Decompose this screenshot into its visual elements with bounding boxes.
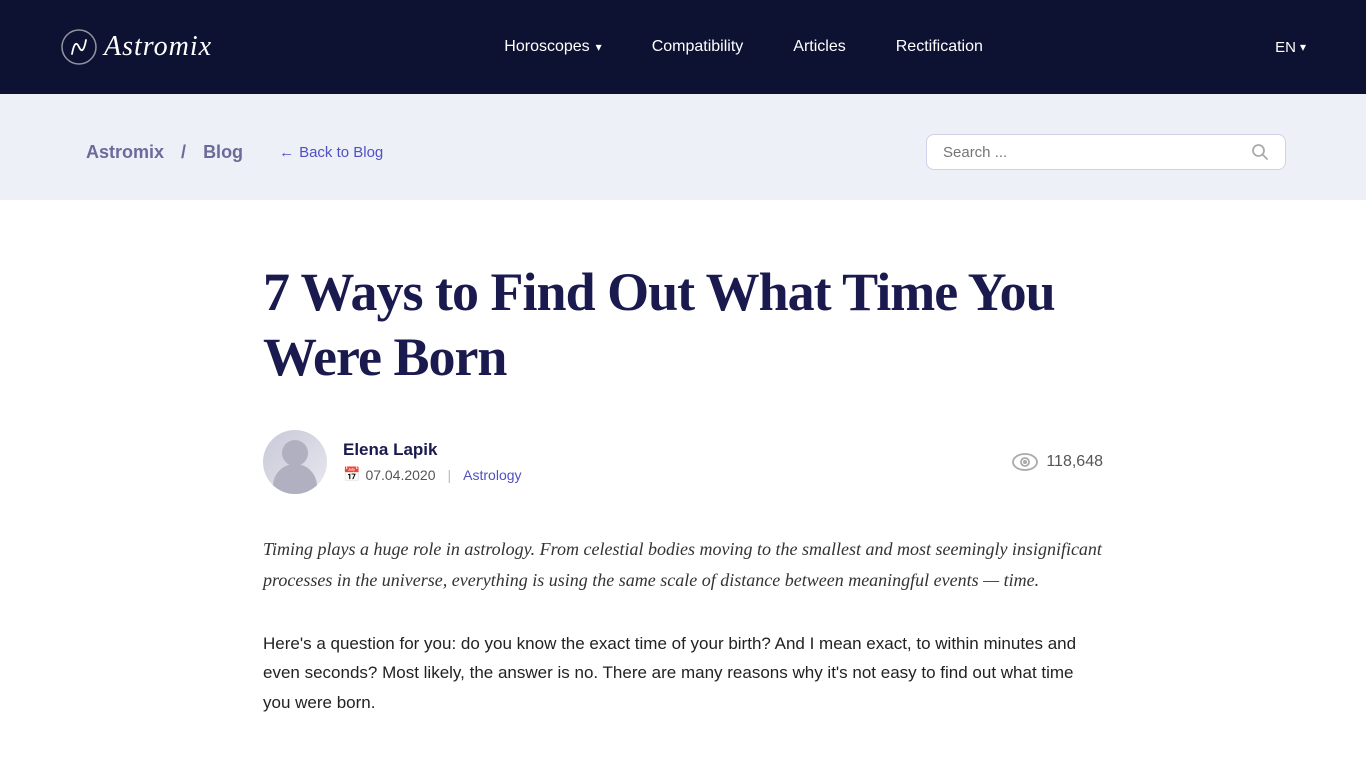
author-row: Elena Lapik 📅 07.04.2020 | Astrology 118… — [263, 430, 1103, 494]
article-title: 7 Ways to Find Out What Time You Were Bo… — [263, 260, 1103, 390]
site-logo[interactable]: Astromix — [60, 28, 212, 66]
search-icon — [1251, 143, 1269, 161]
author-info: Elena Lapik 📅 07.04.2020 | Astrology — [343, 440, 522, 483]
nav-links: Horoscopes Compatibility Articles Rectif… — [504, 38, 983, 56]
nav-horoscopes[interactable]: Horoscopes — [504, 38, 601, 56]
views-count: 118,648 — [1012, 453, 1103, 471]
back-to-blog-link[interactable]: Back to Blog — [279, 144, 383, 161]
nav-rectification[interactable]: Rectification — [896, 38, 983, 56]
article-body: Here's a question for you: do you know t… — [263, 629, 1103, 718]
meta-separator: | — [448, 467, 452, 483]
article-wrapper: 7 Ways to Find Out What Time You Were Bo… — [183, 200, 1183, 778]
breadcrumb: Astromix / Blog — [80, 142, 249, 163]
language-selector[interactable]: EN — [1275, 39, 1306, 56]
search-box[interactable] — [926, 134, 1286, 170]
eye-icon — [1012, 453, 1038, 471]
nav-compatibility[interactable]: Compatibility — [652, 38, 744, 56]
category-link[interactable]: Astrology — [463, 467, 521, 483]
article-intro: Timing plays a huge role in astrology. F… — [263, 534, 1103, 597]
article-date: 📅 07.04.2020 — [343, 466, 436, 483]
breadcrumb-row: Astromix / Blog Back to Blog — [80, 142, 383, 163]
author-meta: 📅 07.04.2020 | Astrology — [343, 466, 522, 483]
avatar — [263, 430, 327, 494]
main-nav: Astromix Horoscopes Compatibility Articl… — [0, 0, 1366, 94]
nav-articles[interactable]: Articles — [793, 38, 845, 56]
breadcrumb-banner: Astromix / Blog Back to Blog — [0, 94, 1366, 200]
page-body: 7 Ways to Find Out What Time You Were Bo… — [0, 200, 1366, 778]
search-input[interactable] — [943, 144, 1243, 161]
author-name: Elena Lapik — [343, 440, 522, 460]
calendar-icon: 📅 — [343, 466, 360, 483]
